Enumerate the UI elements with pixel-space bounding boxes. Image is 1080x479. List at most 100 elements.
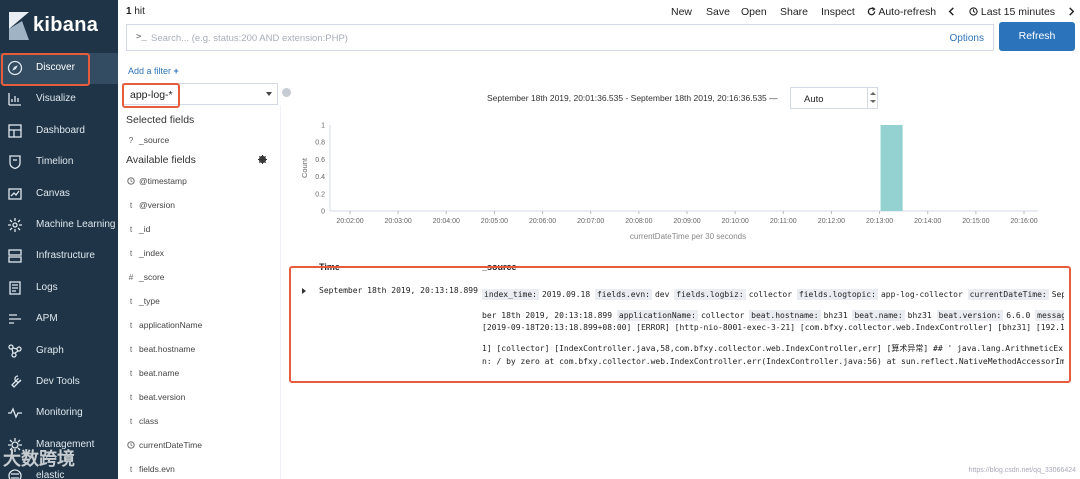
gear-icon[interactable] xyxy=(258,155,267,164)
index-pattern-value: app-log-* xyxy=(130,89,173,101)
field-type-icon: ? xyxy=(128,135,134,145)
expand-row-icon[interactable] xyxy=(302,288,306,294)
field-name: _type xyxy=(139,296,160,306)
source-value: ber 18th 2019, 20:13:18.899 xyxy=(482,311,613,320)
sidebar-item-dev-tools[interactable]: Dev Tools xyxy=(0,367,118,398)
x-tick-label: 20:03:00 xyxy=(385,218,412,225)
source-key: message: xyxy=(1035,310,1064,321)
table-row[interactable]: September 18th 2019, 20:13:18.899 index_… xyxy=(290,266,1071,382)
sidebar-item-monitoring[interactable]: Monitoring xyxy=(0,398,118,429)
source-key: beat.name: xyxy=(852,310,905,321)
add-filter-button[interactable]: Add a filter + xyxy=(128,66,179,76)
field-type-icon: t xyxy=(129,344,133,354)
x-axis-label: currentDateTime per 30 seconds xyxy=(630,232,746,241)
sidebar-item-visualize[interactable]: Visualize xyxy=(0,84,118,115)
x-tick-label: 20:06:00 xyxy=(529,218,556,225)
x-tick-label: 20:13:00 xyxy=(866,218,893,225)
y-tick-label: 0.8 xyxy=(315,140,325,147)
save-button[interactable]: Save xyxy=(706,6,730,18)
field-name: _index xyxy=(139,248,165,258)
field-name: beat.name xyxy=(139,368,180,378)
source-key: currentDateTime: xyxy=(967,289,1049,300)
sidebar-item-machine-learning[interactable]: Machine Learning xyxy=(0,210,118,241)
field-item-fields-evn[interactable]: t fields.evn xyxy=(126,460,280,479)
field-item-currentDateTime[interactable]: currentDateTime xyxy=(126,436,280,456)
watermark: 大数跨境 xyxy=(3,449,75,469)
share-button[interactable]: Share xyxy=(780,6,808,18)
sidebar-item-label: Canvas xyxy=(36,187,70,199)
sidebar-item-discover[interactable]: Discover xyxy=(0,53,118,84)
field-item-score[interactable]: # _score xyxy=(126,268,280,288)
sidebar-item-timelion[interactable]: Timelion xyxy=(0,147,118,178)
time-back-button[interactable] xyxy=(948,6,955,18)
field-type-icon: t xyxy=(129,296,133,306)
compass-icon xyxy=(7,60,23,76)
source-key: applicationName: xyxy=(616,310,698,321)
field-item-beat-hostname[interactable]: t beat.hostname xyxy=(126,340,280,360)
doc-time: September 18th 2019, 20:13:18.899 xyxy=(319,286,478,295)
x-tick-label: 20:07:00 xyxy=(577,218,604,225)
sidebar-item-canvas[interactable]: Canvas xyxy=(0,179,118,210)
brand[interactable]: kibana xyxy=(0,0,118,52)
interval-select[interactable]: Auto xyxy=(790,87,878,109)
field-item-version[interactable]: t @version xyxy=(126,196,280,216)
field-name: _score xyxy=(139,272,165,282)
sidebar-item-apm[interactable]: APM xyxy=(0,304,118,335)
time-picker-label: Last 15 minutes xyxy=(980,6,1056,18)
field-item-index[interactable]: t _index xyxy=(126,244,280,264)
field-name: beat.hostname xyxy=(139,344,196,354)
field-item-applicationName[interactable]: t applicationName xyxy=(126,316,280,336)
new-button[interactable]: New xyxy=(671,6,692,18)
options-button[interactable]: Options xyxy=(950,33,984,44)
field-item-beat-version[interactable]: t beat.version xyxy=(126,388,280,408)
field-item-timestamp[interactable]: @timestamp xyxy=(126,172,280,192)
sidebar-item-logs[interactable]: Logs xyxy=(0,273,118,304)
y-tick-label: 0.4 xyxy=(315,174,325,181)
field-item-id[interactable]: t _id xyxy=(126,220,280,240)
refresh-button[interactable]: Refresh xyxy=(999,22,1075,51)
search-input[interactable] xyxy=(151,29,931,47)
y-tick-label: 0 xyxy=(321,209,325,216)
field-type-icon: t xyxy=(129,224,133,234)
index-pattern-select[interactable]: app-log-* xyxy=(122,83,278,105)
sidebar-item-label: APM xyxy=(36,313,58,325)
field-type-icon: t xyxy=(129,392,133,402)
histogram-bar xyxy=(880,125,903,211)
field-name: @version xyxy=(139,200,176,210)
x-tick-label: 20:16:00 xyxy=(1010,218,1037,225)
time-picker[interactable]: Last 15 minutes xyxy=(969,6,1055,18)
field-item-type[interactable]: t _type xyxy=(126,292,280,312)
field-name: _source xyxy=(139,135,170,145)
field-type-date-icon xyxy=(126,440,136,450)
source-value: collector xyxy=(748,290,793,299)
logs-icon xyxy=(9,281,21,295)
field-name: class xyxy=(139,416,159,426)
source-key: fields.logbiz: xyxy=(674,289,746,300)
x-tick-label: 20:02:00 xyxy=(336,218,363,225)
sidebar-item-dashboard[interactable]: Dashboard xyxy=(0,116,118,147)
auto-refresh-button[interactable]: Auto-refresh xyxy=(867,6,936,18)
interval-value: Auto xyxy=(804,94,824,105)
field-item-beat-name[interactable]: t beat.name xyxy=(126,364,280,384)
doc-source-line-1: index_time: 2019.09.18 fields.evn: dev fie… xyxy=(482,288,1064,302)
sidebar-item-label: Infrastructure xyxy=(36,250,95,262)
field-item-class[interactable]: t class xyxy=(126,412,280,432)
field-name: @timestamp xyxy=(139,176,187,186)
x-tick-label: 20:04:00 xyxy=(433,218,460,225)
open-button[interactable]: Open xyxy=(741,6,767,18)
source-key: fields.logtopic: xyxy=(796,289,878,300)
inspect-button[interactable]: Inspect xyxy=(821,6,855,18)
x-tick-label: 20:14:00 xyxy=(914,218,941,225)
y-axis-label: Count xyxy=(300,157,309,178)
histogram-chart[interactable]: 0 0.2 0.4 0.6 0.8 1 20:02:00 20:03:00 20:04:00 20… xyxy=(290,112,1070,244)
chart-icon xyxy=(8,93,21,107)
time-forward-button[interactable] xyxy=(1068,6,1075,18)
field-item-source[interactable]: ? _source xyxy=(126,131,280,151)
sidebar-item-graph[interactable]: Graph xyxy=(0,336,118,367)
sidebar-item-infrastructure[interactable]: Infrastructure xyxy=(0,241,118,272)
source-key: fields.evn: xyxy=(594,289,652,300)
x-tick-label: 20:11:00 xyxy=(770,218,797,225)
brand-name: kibana xyxy=(33,14,99,36)
collapse-sidebar-button[interactable] xyxy=(282,88,291,97)
wrench-icon xyxy=(11,375,22,388)
